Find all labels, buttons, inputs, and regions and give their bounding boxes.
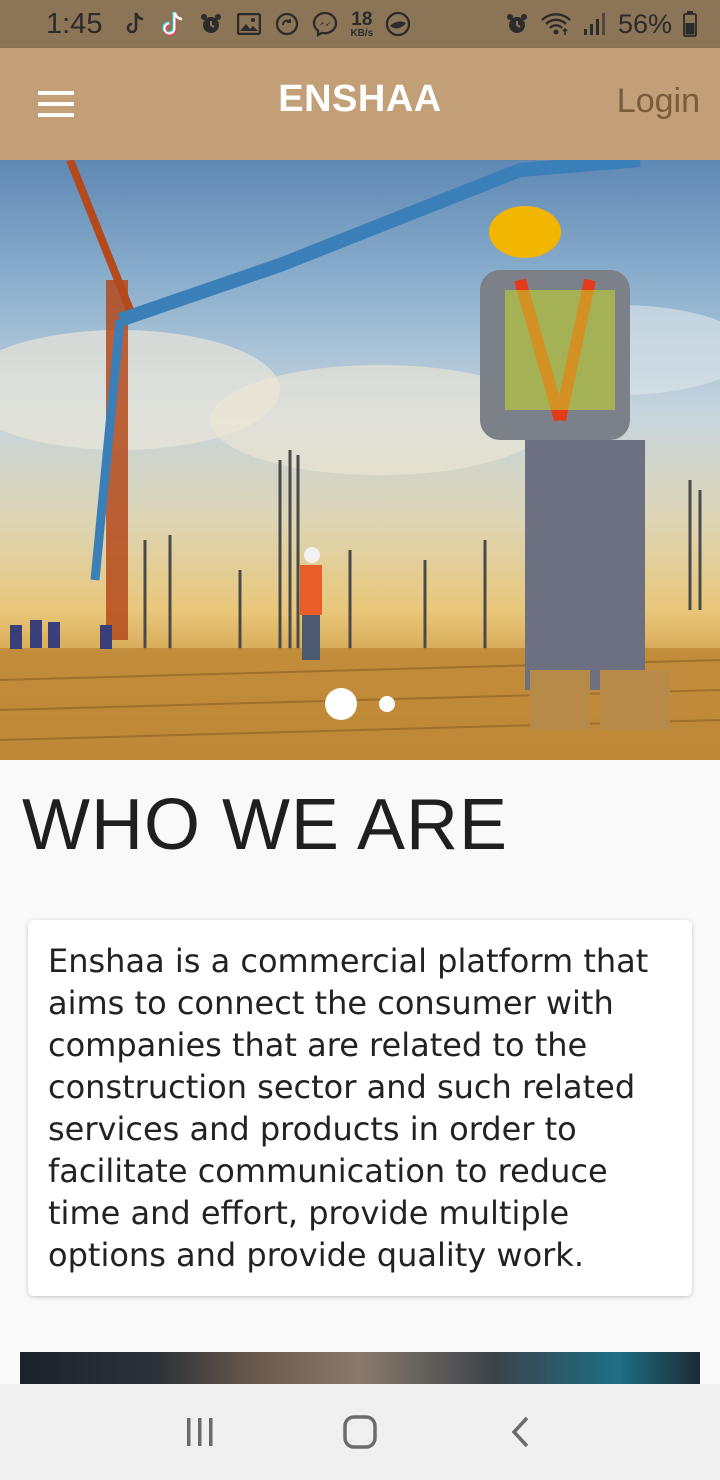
status-notification-icons: 18 KB/s [122,10,411,39]
net-speed-value: 18 [351,8,373,30]
tiktok-icon [122,11,148,37]
wifi-icon [540,11,572,37]
status-bar: 1:45 18 KB/s 56% [0,0,720,48]
system-nav-bar [0,1384,720,1480]
sync-icon [274,11,300,37]
section-heading: WHO WE ARE [22,785,509,865]
recent-apps-icon[interactable] [170,1402,230,1462]
back-icon[interactable] [490,1402,550,1462]
tiktok-icon [160,11,186,37]
app-bar: ENSHAA Login [0,48,720,160]
vpn-icon [385,11,411,37]
status-system-icons: 56% [504,9,698,40]
status-time: 1:45 [46,7,103,40]
home-icon[interactable] [330,1402,390,1462]
alarm-icon [504,11,530,37]
messenger-icon [312,11,338,37]
slide-indicator [0,688,720,720]
hero-construction-image [0,160,720,760]
about-description: Enshaa is a commercial platform that aim… [48,942,649,1274]
hero-image-slider[interactable] [0,160,720,760]
gallery-icon [236,11,262,37]
app-title: ENSHAA [278,78,442,120]
alarm-icon [198,11,224,37]
signal-icon [582,11,608,37]
battery-icon [682,11,698,37]
net-speed-unit: KB/s [350,27,374,39]
login-button[interactable]: Login [617,82,700,121]
about-card: Enshaa is a commercial platform that aim… [28,920,692,1296]
slide-dot-2[interactable] [379,696,395,712]
battery-percentage: 56% [617,8,672,39]
slide-dot-1[interactable] [325,688,357,720]
net-speed-indicator: 18 KB/s [350,10,373,39]
